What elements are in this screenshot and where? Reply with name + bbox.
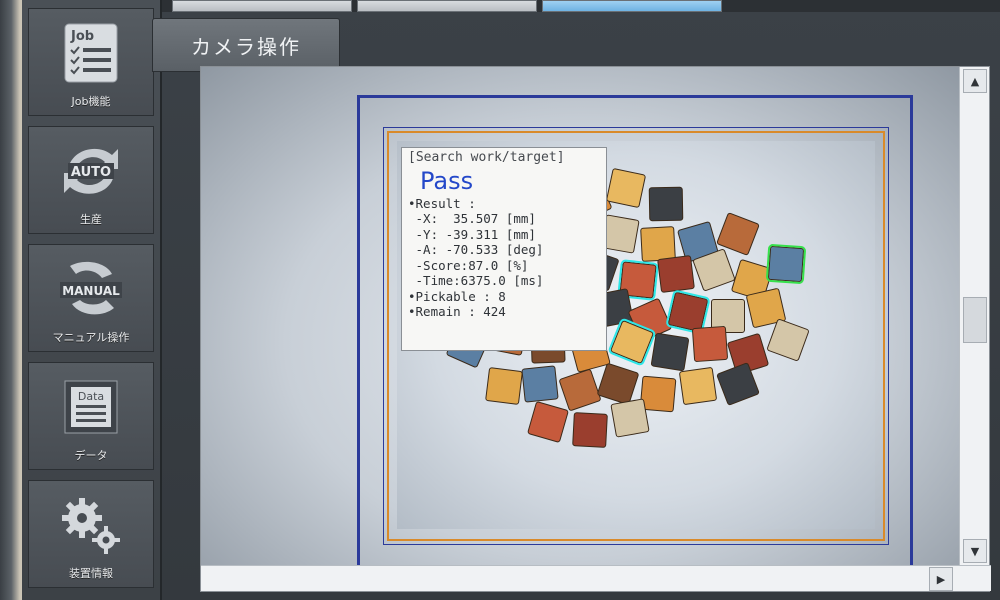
horizontal-scrollbar[interactable]: ▶ [201,565,991,591]
svg-text:AUTO: AUTO [71,165,111,180]
workpiece-tile [765,243,807,285]
manual-mode-icon: MANUAL [55,255,127,323]
result-line: •Pickable : 8 [408,288,506,304]
sidebar-item-production[interactable]: AUTO 生産 [28,126,154,234]
gear-icon [55,491,127,559]
workpiece-tile [610,398,650,438]
top-tab-3-active[interactable] [542,0,722,12]
camera-image[interactable]: [Search work/target] Pass •Result : -X: … [201,67,961,567]
workpiece-tile [572,412,608,448]
vertical-scrollbar[interactable]: ▲ ▼ [959,67,989,567]
workpiece-tile [605,167,647,209]
workpiece-tile [657,255,695,293]
svg-text:Data: Data [78,390,104,403]
scroll-up-button[interactable]: ▲ [963,69,987,93]
result-line: •Result : [408,195,476,211]
hmi-screen: Job Job機能 AUTO 生産 MANUAL マニュアル操作 Data デー… [22,0,1000,600]
svg-text:MANUAL: MANUAL [62,284,120,298]
workpiece-tile [648,186,684,222]
top-tab-strip [162,0,1000,12]
sidebar: Job Job機能 AUTO 生産 MANUAL マニュアル操作 Data デー… [22,0,162,600]
scroll-down-button[interactable]: ▼ [963,539,987,563]
result-panel: [Search work/target] Pass •Result : -X: … [401,147,607,351]
top-tab-1[interactable] [172,0,352,12]
top-tab-2[interactable] [357,0,537,12]
sidebar-item-manual[interactable]: MANUAL マニュアル操作 [28,244,154,352]
sidebar-item-data[interactable]: Data データ [28,362,154,470]
sidebar-item-label: 生産 [80,213,102,226]
result-line: -X: 35.507 [mm] [408,211,536,226]
result-header: [Search work/target] [408,150,565,165]
sidebar-item-job[interactable]: Job Job機能 [28,8,154,116]
result-line: -A: -70.533 [deg] [408,242,544,257]
job-clipboard-icon: Job [55,19,127,87]
result-status: Pass [420,166,474,195]
svg-text:Job: Job [70,29,94,44]
tab-camera-operation[interactable]: カメラ操作 [152,18,340,72]
workpiece-tile [485,367,523,405]
scroll-right-button[interactable]: ▶ [929,567,953,591]
workpiece-tile [678,366,718,406]
result-line: -Time:6375.0 [ms] [408,273,544,288]
workpiece-tile [521,365,559,403]
sidebar-item-label: データ [74,449,108,462]
workpiece-tile [691,325,729,363]
workpiece-tile [650,332,690,372]
result-line: -Y: -39.311 [mm] [408,226,536,242]
data-document-icon: Data [55,373,127,441]
auto-mode-icon: AUTO [55,137,127,205]
result-line: -Score:87.0 [%] [408,257,529,273]
scroll-thumb[interactable] [963,297,987,343]
sidebar-item-label: マニュアル操作 [52,331,130,344]
sidebar-item-label: Job機能 [71,95,111,108]
result-line: •Remain : 424 [408,304,506,319]
sidebar-item-device-info[interactable]: 装置情報 [28,480,154,588]
sidebar-item-label: 装置情報 [69,567,113,580]
camera-viewer: [Search work/target] Pass •Result : -X: … [200,66,991,592]
